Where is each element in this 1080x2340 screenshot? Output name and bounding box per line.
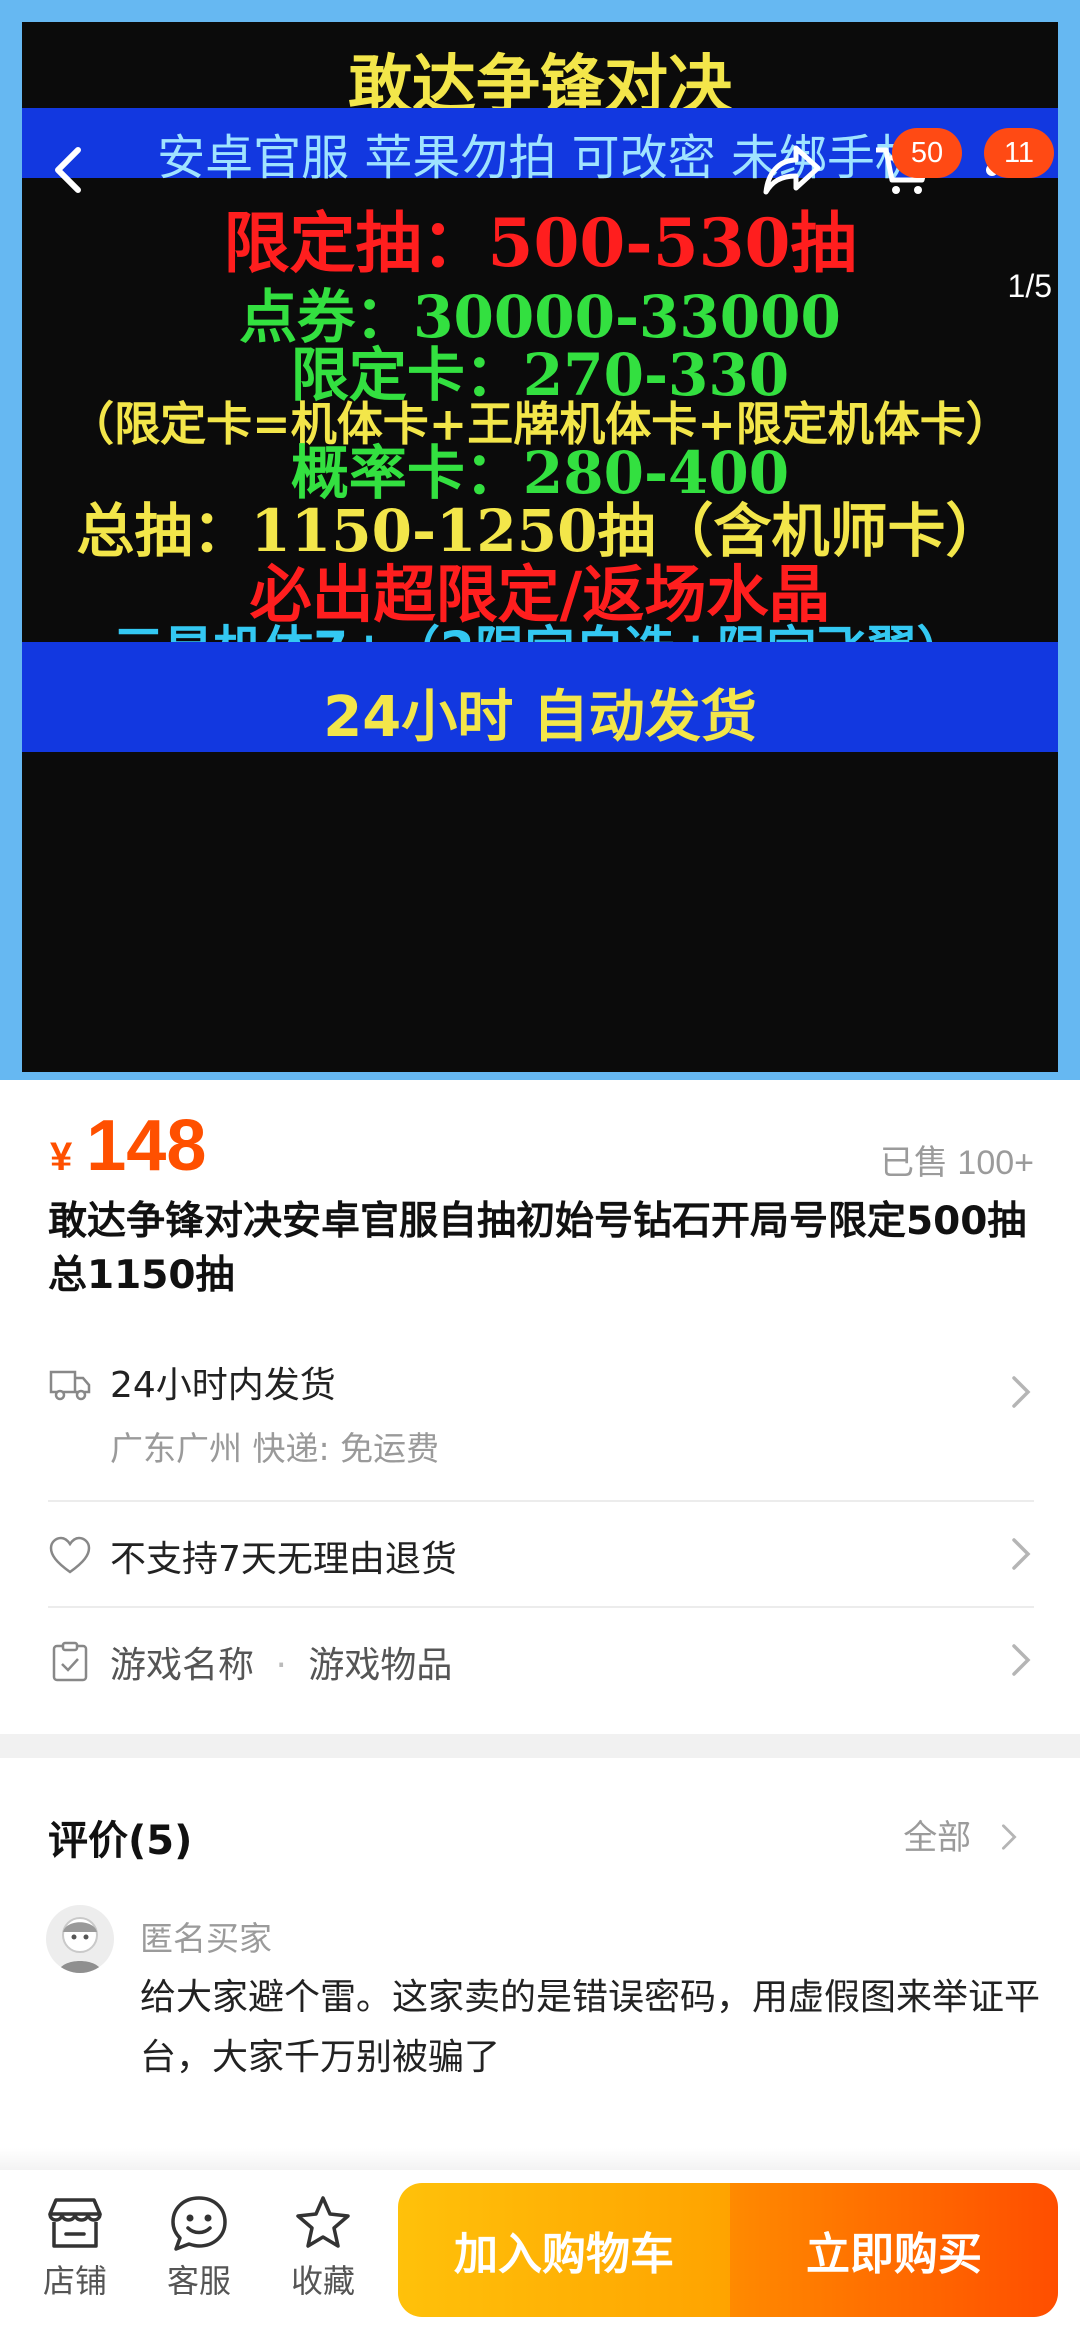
clipboard-check-icon [52, 1641, 88, 1682]
cart-count-badge: 50 [892, 128, 962, 178]
shop-label: 店铺 [42, 2262, 107, 2300]
divider [48, 1500, 1034, 1502]
shipping-time: 24小时内发货 [110, 1365, 336, 1406]
divider [48, 1606, 1034, 1608]
customer-service-tab[interactable]: 客服 [144, 2194, 254, 2314]
reviews-title: 评价(5) [48, 1818, 193, 1864]
category-row[interactable]: 游戏名称 · 游戏物品 [48, 1636, 1034, 1692]
share-icon [763, 145, 821, 195]
returns-row[interactable]: 不支持7天无理由退货 [48, 1530, 1034, 1586]
buy-now-button[interactable]: 立即购买 [730, 2183, 1058, 2317]
reviews-all-link[interactable]: 全部 [903, 1810, 1020, 1859]
bottom-fade [0, 2148, 1080, 2170]
chevron-right-icon [1012, 1644, 1031, 1676]
shop-tab[interactable]: 店铺 [20, 2194, 130, 2314]
reviews-all-label: 全部 [903, 1818, 972, 1858]
chevron-right-icon [1012, 1376, 1031, 1408]
product-title: 敢达争锋对决安卓官服自抽初始号钻石开局号限定500抽总1150抽 [48, 1199, 1027, 1298]
heart-icon [49, 1536, 91, 1574]
sold-count: 已售 100+ [879, 1144, 1034, 1182]
star-icon [296, 2196, 350, 2248]
reviewer-name: 匿名买家 [140, 1919, 272, 1958]
poster-delivery-text: 24小时 自动发货 [323, 685, 757, 750]
store-icon [48, 2198, 102, 2248]
price-amount: 148 [86, 1106, 207, 1186]
favorite-label: 收藏 [290, 2262, 355, 2300]
chat-face-icon [171, 2196, 227, 2251]
shipping-detail: 广东广州 快递: 免运费 [110, 1429, 440, 1468]
truck-icon [49, 1370, 91, 1401]
product-image-carousel[interactable]: 敢达争锋对决 安卓官服 苹果勿拍 可改密 未绑手机 限定抽：500-530抽 点… [0, 0, 1080, 1080]
chevron-right-icon [1012, 1538, 1031, 1570]
chevron-left-icon [55, 147, 81, 193]
category-text: 游戏名称 · 游戏物品 [110, 1636, 452, 1688]
returns-policy: 不支持7天无理由退货 [110, 1539, 457, 1580]
back-button[interactable] [28, 130, 108, 210]
top-navigation: 50 11 [0, 0, 1080, 260]
section-gap [0, 1734, 1080, 1758]
anonymous-user-icon [58, 1917, 102, 1973]
favorite-tab[interactable]: 收藏 [268, 2194, 378, 2314]
price: ¥ 148 [50, 1105, 206, 1187]
category-separator: · [275, 1645, 287, 1686]
review-text: 给大家避个雷。这家卖的是错误密码，用虚假图来举证平台，大家千万别被骗了 [140, 1977, 1041, 2078]
currency-symbol: ¥ [50, 1135, 73, 1179]
image-counter: 1/5 [1007, 268, 1052, 304]
service-label: 客服 [166, 2262, 231, 2300]
message-count-badge: 11 [984, 128, 1054, 178]
category-game-item: 游戏物品 [308, 1645, 453, 1686]
shipping-row[interactable]: 24小时内发货 广东广州 快递: 免运费 [48, 1356, 1034, 1468]
reviewer-avatar [46, 1905, 114, 1973]
add-to-cart-button[interactable]: 加入购物车 [398, 2183, 730, 2317]
share-button[interactable] [752, 130, 832, 210]
category-game-name: 游戏名称 [110, 1645, 255, 1686]
chevron-right-icon [1002, 1824, 1017, 1850]
